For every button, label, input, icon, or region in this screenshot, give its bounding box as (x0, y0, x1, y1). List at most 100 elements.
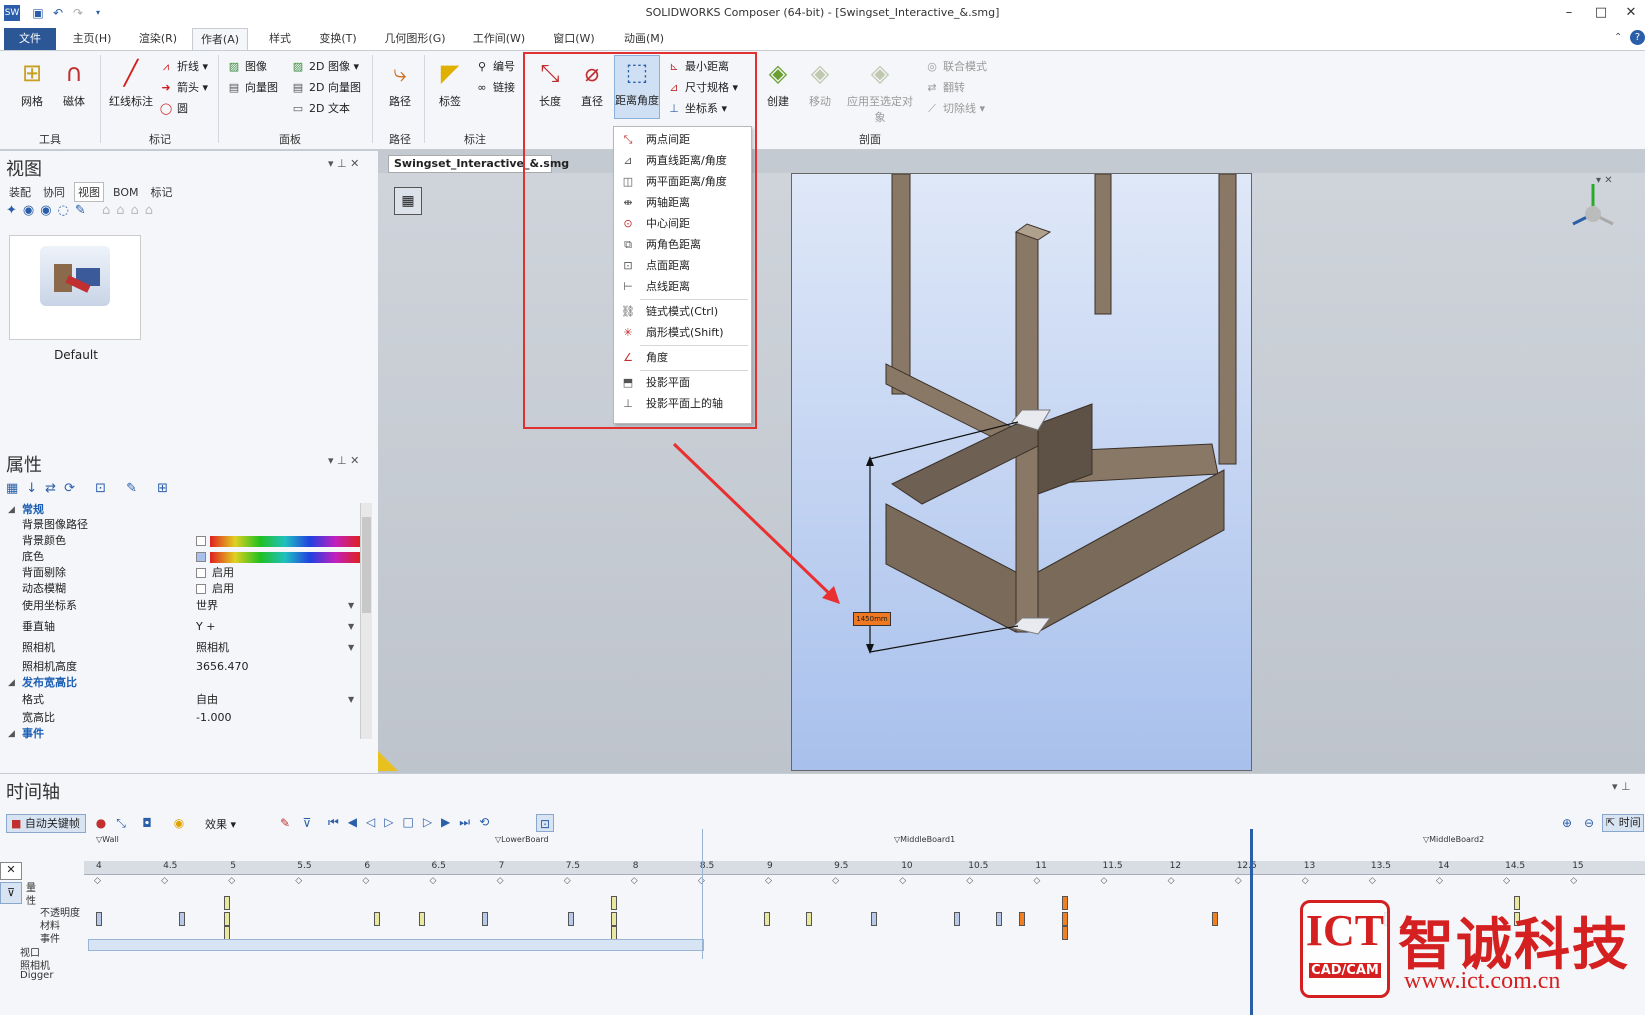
add-key-icon[interactable]: ● (92, 814, 110, 832)
backface-checkbox[interactable] (196, 568, 206, 578)
keyframe-block[interactable] (1062, 926, 1068, 940)
arrow-button[interactable]: ➜ 箭头 ▾ (158, 78, 208, 98)
prop-row[interactable]: 背景图像路径 (0, 517, 360, 533)
keyframe-block[interactable] (611, 926, 617, 940)
keyframe-diamond[interactable]: ◇ (497, 876, 504, 886)
camera-sync-icon[interactable]: ⊡ (536, 814, 554, 832)
properties-toolbar[interactable]: ▦↓⇄⟳ ⊡ ✎ ⊞ (6, 481, 176, 496)
keyframe-block[interactable] (224, 912, 230, 926)
tab-style[interactable]: 样式 (255, 28, 305, 50)
tab-home[interactable]: 主页(H) (64, 28, 120, 50)
chevron-down-icon[interactable]: ▼ (348, 619, 354, 635)
color-swatch[interactable] (196, 536, 206, 546)
keyframe-diamond[interactable]: ◇ (1235, 876, 1242, 886)
keyframe-diamond[interactable]: ◇ (362, 876, 369, 886)
zoom-selection-icon[interactable]: ⊖ (1580, 814, 1598, 832)
section-general[interactable]: ◢ 常规 (0, 502, 360, 518)
keyframe-diamond[interactable]: ◇ (899, 876, 906, 886)
prop-row[interactable]: 背面剔除 启用 (0, 565, 360, 581)
keyframe-diamond[interactable]: ◇ (1033, 876, 1040, 886)
cutline-button[interactable]: ⟋ 切除线 ▾ (924, 99, 985, 119)
chevron-down-icon[interactable]: ▼ (348, 598, 354, 614)
keyframe-block[interactable] (1062, 896, 1068, 910)
keyframe-block[interactable] (482, 912, 488, 926)
marker-middleboard1[interactable]: ▽MiddleBoard1 (894, 835, 955, 844)
effects-button[interactable]: 效果 ▾ (205, 816, 236, 832)
filter-icon[interactable]: ⊽ (298, 814, 316, 832)
vector-2d-button[interactable]: ▤ 2D 向量图 (290, 78, 361, 98)
playback-controls[interactable]: ⏮◀◁▷□▷▶⏭⟲ (328, 815, 498, 830)
section-events[interactable]: ◢ 事件 (0, 726, 360, 742)
keyframe-diamond[interactable]: ◇ (1168, 876, 1175, 886)
orientation-triad-icon[interactable] (1568, 179, 1618, 229)
polyline-button[interactable]: ⩘ 折线 ▾ (158, 57, 208, 77)
marker-wall[interactable]: ▽Wall (96, 835, 119, 844)
keyframe-diamond[interactable]: ◇ (765, 876, 772, 886)
camera-icon[interactable]: ◘ (138, 814, 156, 832)
link-button[interactable]: ∞ 链接 (474, 78, 515, 98)
zoom-fit-icon[interactable]: ⊕ (1558, 814, 1576, 832)
minimize-button[interactable]: – (1558, 4, 1580, 22)
keyframe-diamond[interactable]: ◇ (94, 876, 101, 886)
keyframe-block[interactable] (871, 912, 877, 926)
vector-button[interactable]: ▤ 向量图 (226, 78, 278, 98)
keyframe-diamond[interactable]: ◇ (631, 876, 638, 886)
tab-author[interactable]: 作者(A) (192, 28, 248, 50)
digger-icon[interactable]: ◉ (170, 814, 188, 832)
label-button[interactable]: ◤ 标签 (430, 57, 470, 109)
keyframe-diamond[interactable]: ◇ (430, 876, 437, 886)
keyframe-block[interactable] (996, 912, 1002, 926)
keyframe-block[interactable] (764, 912, 770, 926)
selection-range[interactable] (88, 939, 704, 951)
tab-animation[interactable]: 动画(M) (612, 28, 676, 50)
film-strip-icon[interactable]: ▦ (394, 187, 422, 215)
model-canvas[interactable] (791, 173, 1252, 771)
keyframe-diamond[interactable]: ◇ (1436, 876, 1443, 886)
prop-row[interactable]: 使用坐标系 世界 ▼ (0, 598, 360, 614)
keyframe-block[interactable] (179, 912, 185, 926)
range-end-marker[interactable] (702, 829, 703, 959)
keyframe-edit-icon[interactable]: ✎ (276, 814, 294, 832)
image-2d-button[interactable]: ▨ 2D 图像 ▾ (290, 57, 359, 77)
keyframe-block[interactable] (611, 896, 617, 910)
dimension-label[interactable]: 1450mm (853, 612, 891, 626)
tab-geometry[interactable]: 几何图形(G) (375, 28, 455, 50)
keyframe-block[interactable] (374, 912, 380, 926)
image-button[interactable]: ▨ 图像 (226, 57, 267, 77)
keyframe-block[interactable] (96, 912, 102, 926)
time-cursor[interactable] (1250, 829, 1253, 1015)
path-button[interactable]: ⤷ 路径 (380, 57, 420, 109)
view-thumbnail-default[interactable]: Default (9, 235, 141, 362)
tab-collaboration[interactable]: 协同 (40, 183, 68, 201)
magnet-button[interactable]: ∩ 磁体 (54, 57, 94, 109)
pane-options-icon[interactable]: ▾ ⊥ ✕ (328, 157, 359, 170)
keyframe-block[interactable] (224, 926, 230, 940)
tab-window[interactable]: 窗口(W) (542, 28, 606, 50)
prop-row[interactable]: 动态模糊 启用 (0, 581, 360, 597)
collapse-ribbon-icon[interactable]: ⌃ (1614, 32, 1622, 43)
keyframe-block[interactable] (1062, 912, 1068, 926)
scrollbar-thumb[interactable] (362, 517, 371, 613)
view-toolbar[interactable]: ✦◉◉◌✎ ⌂⌂⌂⌂ (6, 203, 159, 218)
joint-mode-button[interactable]: ◎ 联合模式 (924, 57, 987, 77)
keyframe-block[interactable] (954, 912, 960, 926)
time-mode-button[interactable]: ⇱ 时间 (1602, 814, 1644, 832)
tab-workshop[interactable]: 工作间(W) (464, 28, 534, 50)
prop-row[interactable]: 照相机 照相机 ▼ (0, 640, 360, 656)
ground-color-bar[interactable] (210, 552, 360, 563)
tab-assembly[interactable]: 装配 (6, 183, 34, 201)
keyframe-diamond[interactable]: ◇ (832, 876, 839, 886)
keyframe-block[interactable] (1212, 912, 1218, 926)
close-button[interactable]: ✕ (1620, 4, 1642, 22)
section-apply-button[interactable]: ◈ 应用至选定对象 (842, 57, 918, 125)
restore-button[interactable]: □ (1590, 4, 1612, 22)
tab-views[interactable]: 视图 (74, 182, 104, 202)
text-2d-button[interactable]: ▭ 2D 文本 (290, 99, 350, 119)
circle-button[interactable]: ◯ 圆 (158, 99, 188, 119)
keyframe-diamond[interactable]: ◇ (1369, 876, 1376, 886)
keyframe-diamond[interactable]: ◇ (1101, 876, 1108, 886)
tab-render[interactable]: 渲染(R) (130, 28, 186, 50)
keyframe-diamond[interactable]: ◇ (1570, 876, 1577, 886)
prop-row[interactable]: 宽高比 -1.000 (0, 710, 360, 726)
prop-row[interactable]: 垂直轴 Y + ▼ (0, 619, 360, 635)
